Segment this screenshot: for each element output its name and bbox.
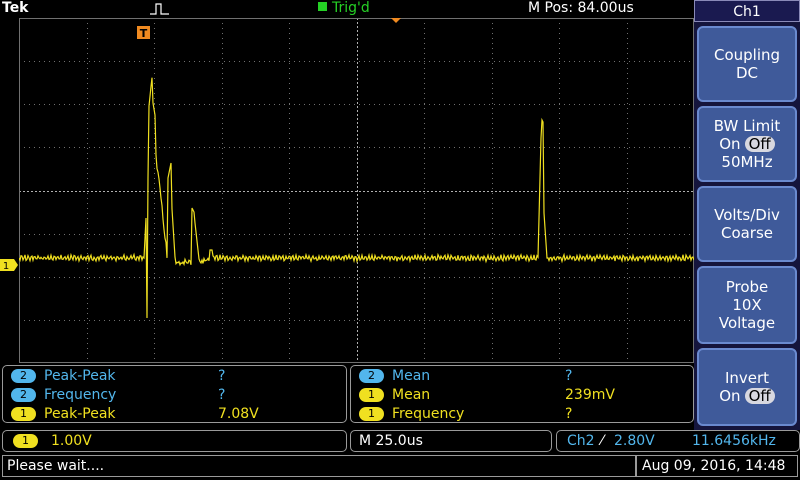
- graticule-border: [19, 18, 694, 363]
- volts-div-button[interactable]: Volts/Div Coarse: [697, 186, 797, 262]
- probe-value: 10X: [732, 296, 762, 314]
- trigger-position-marker: [391, 18, 401, 23]
- trigger-level: 2.80V: [614, 433, 655, 449]
- timebase-readout[interactable]: M 25.0us: [350, 430, 552, 452]
- invert-off: Off: [744, 388, 775, 404]
- horizontal-position-readout: M Pos: 84.00us: [528, 0, 634, 16]
- bw-limit-label: BW Limit: [713, 117, 781, 135]
- measurement-row: 1 Mean 239mV: [359, 386, 689, 404]
- datetime-box: Aug 09, 2016, 14:48: [636, 455, 798, 477]
- measurement-label: Frequency: [392, 406, 465, 422]
- probe-label: Probe: [725, 278, 769, 296]
- channel-badge: 2: [11, 369, 36, 383]
- trigger-status: Trig'd: [318, 0, 370, 16]
- volts-div-value: Coarse: [720, 224, 774, 242]
- ch1-waveform-trace: [19, 77, 694, 319]
- trigger-source: Ch2: [567, 433, 595, 449]
- channel-badge: 1: [359, 407, 384, 421]
- measurement-value: 7.08V: [218, 406, 259, 422]
- probe-button[interactable]: Probe 10X Voltage: [697, 266, 797, 344]
- measurement-value: ?: [218, 368, 226, 384]
- measurement-value: ?: [565, 368, 573, 384]
- coupling-value: DC: [735, 64, 759, 82]
- trigger-status-text: Trig'd: [332, 0, 370, 16]
- trigger-point-marker-label: T: [140, 27, 148, 40]
- invert-button[interactable]: Invert On Off: [697, 348, 797, 426]
- waveform-display[interactable]: T: [19, 18, 694, 363]
- measurement-panel-left: 2 Peak-Peak ? 2 Frequency ? 1 Peak-Peak …: [2, 365, 347, 423]
- status-message: Please wait....: [7, 458, 105, 474]
- ch1-scale-readout[interactable]: 1 1.00V: [2, 430, 347, 452]
- trigger-point-marker: T: [137, 26, 150, 40]
- trigger-readout[interactable]: Ch2 ⁄ 2.80V 11.6456kHz: [556, 430, 800, 452]
- top-status-bar: Tek Trig'd M Pos: 84.00us: [0, 0, 694, 18]
- measurement-row: 1 Peak-Peak 7.08V: [11, 405, 341, 423]
- measurement-panel-right: 2 Mean ? 1 Mean 239mV 1 Frequency ?: [350, 365, 694, 423]
- trigger-frequency: 11.6456kHz: [692, 433, 776, 449]
- volts-div-label: Volts/Div: [714, 206, 780, 224]
- coupling-button[interactable]: Coupling DC: [697, 26, 797, 102]
- channel-side-menu: Ch1 Coupling DC BW Limit On Off 50MHz Vol…: [694, 0, 800, 430]
- measurement-value: ?: [218, 387, 226, 403]
- ch1-marker-label: 1: [3, 261, 9, 271]
- datetime: Aug 09, 2016, 14:48: [642, 458, 786, 474]
- measurement-row: 2 Mean ?: [359, 367, 689, 385]
- measurement-row: 2 Peak-Peak ?: [11, 367, 341, 385]
- timebase-value: M 25.0us: [359, 433, 423, 449]
- coupling-label: Coupling: [713, 46, 781, 64]
- channel-badge: 1: [13, 434, 38, 448]
- brand-logo: Tek: [2, 0, 29, 16]
- measurement-row: 2 Frequency ?: [11, 386, 341, 404]
- bw-limit-on: On: [719, 135, 741, 153]
- measurement-value: 239mV: [565, 387, 615, 403]
- measurement-label: Frequency: [44, 387, 117, 403]
- trigger-status-indicator-icon: [318, 2, 327, 11]
- channel-badge: 1: [359, 388, 384, 402]
- invert-on: On: [719, 387, 741, 405]
- ch1-ground-marker[interactable]: 1: [0, 259, 18, 271]
- measurement-value: ?: [565, 406, 573, 422]
- channel-badge: 2: [11, 388, 36, 402]
- bw-limit-value: 50MHz: [721, 153, 773, 171]
- channel-badge: 2: [359, 369, 384, 383]
- channel-badge: 1: [11, 407, 36, 421]
- bw-limit-button[interactable]: BW Limit On Off 50MHz: [697, 106, 797, 182]
- measurement-label: Peak-Peak: [44, 406, 116, 422]
- graticule: [19, 18, 694, 363]
- measurement-row: 1 Frequency ?: [359, 405, 689, 423]
- menu-title: Ch1: [694, 0, 800, 22]
- trigger-slope-icon: ⁄: [601, 433, 604, 449]
- measurement-label: Mean: [392, 387, 431, 403]
- message-box: Please wait....: [2, 455, 636, 477]
- ch1-scale-value: 1.00V: [51, 433, 92, 449]
- measurement-label: Mean: [392, 368, 431, 384]
- invert-label: Invert: [724, 369, 770, 387]
- acquisition-pulse-icon: [150, 3, 169, 15]
- probe-type: Voltage: [718, 314, 776, 332]
- bw-limit-off: Off: [744, 136, 775, 152]
- measurement-label: Peak-Peak: [44, 368, 116, 384]
